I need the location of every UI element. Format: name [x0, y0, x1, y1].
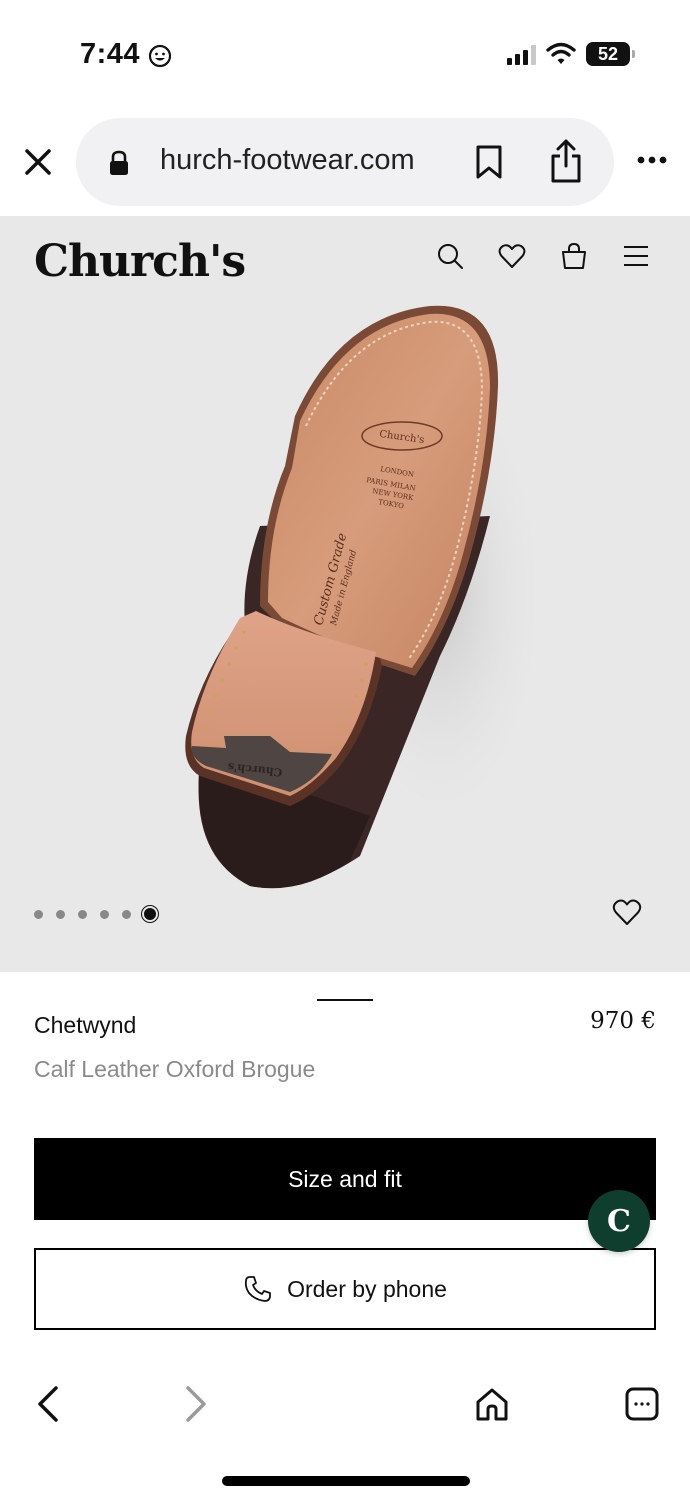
- gallery-pagination: [34, 906, 158, 922]
- wifi-icon: [546, 42, 576, 64]
- share-icon[interactable]: [548, 138, 584, 184]
- order-by-phone-button[interactable]: Order by phone: [34, 1248, 656, 1330]
- header-actions: [436, 242, 650, 270]
- chat-logo-icon: C: [607, 1203, 631, 1239]
- battery-indicator: 52: [586, 42, 635, 66]
- back-arrow-icon[interactable]: [34, 1384, 62, 1424]
- product-price: 970 €: [590, 1008, 656, 1034]
- gallery-dot[interactable]: [78, 909, 87, 919]
- search-icon[interactable]: [436, 242, 464, 270]
- close-icon[interactable]: [18, 142, 58, 182]
- product-subtitle: Calf Leather Oxford Brogue: [34, 1056, 316, 1082]
- smiley-icon: [148, 44, 172, 68]
- order-by-phone-label: Order by phone: [287, 1275, 447, 1302]
- add-to-wishlist-icon[interactable]: [612, 898, 642, 926]
- status-indicators: 52: [507, 42, 635, 66]
- more-options-icon[interactable]: [636, 154, 668, 166]
- gallery-dot[interactable]: [34, 909, 43, 919]
- gallery-dot[interactable]: [56, 909, 65, 919]
- cellular-signal-icon: [507, 43, 536, 65]
- tabs-icon[interactable]: [624, 1386, 660, 1422]
- status-bar: 7:44 52: [0, 0, 690, 110]
- status-time: 7:44: [80, 38, 141, 70]
- home-icon[interactable]: [474, 1386, 510, 1422]
- browser-toolbar: hurch-footwear.com: [0, 110, 690, 216]
- shopping-bag-icon[interactable]: [560, 242, 588, 270]
- wishlist-icon[interactable]: [498, 242, 526, 270]
- sheet-drag-handle[interactable]: [317, 999, 373, 1001]
- url-text: hurch-footwear.com: [160, 144, 415, 176]
- forward-arrow-icon[interactable]: [182, 1384, 210, 1424]
- lock-icon: [110, 150, 128, 175]
- phone-icon: [244, 1276, 271, 1302]
- size-and-fit-label: Size and fit: [288, 1165, 402, 1192]
- menu-icon[interactable]: [622, 242, 650, 270]
- size-and-fit-button[interactable]: Size and fit: [34, 1138, 656, 1220]
- browser-bottom-nav: [0, 1360, 690, 1500]
- chat-button[interactable]: C: [588, 1190, 650, 1252]
- gallery-dot[interactable]: [100, 909, 109, 919]
- brand-logo[interactable]: Church's: [34, 236, 246, 287]
- product-image-shoe-sole: Church's LONDON PARIS MILAN NEW YORK TOK…: [185, 305, 550, 889]
- gallery-dot-active[interactable]: [142, 906, 158, 922]
- address-bar[interactable]: hurch-footwear.com: [76, 118, 614, 206]
- product-gallery[interactable]: Church's Church's LONDON PARIS MILAN NEW…: [0, 216, 690, 972]
- home-indicator: [222, 1476, 470, 1486]
- product-name: Chetwynd: [34, 1012, 137, 1038]
- gallery-dot[interactable]: [122, 909, 131, 919]
- bookmark-icon[interactable]: [474, 144, 504, 180]
